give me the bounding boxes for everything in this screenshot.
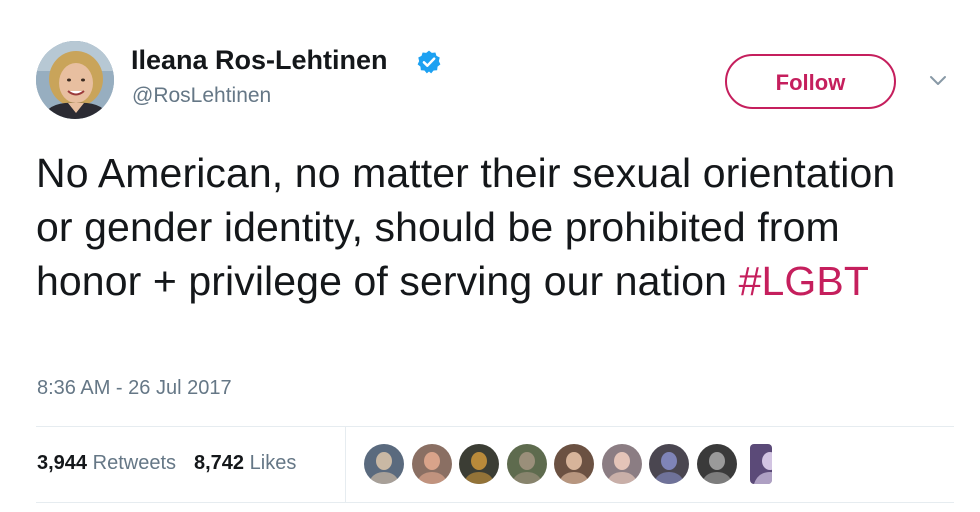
hashtag-link[interactable]: #LGBT: [739, 258, 869, 304]
liker-avatar-8[interactable]: [696, 444, 737, 484]
divider: [345, 427, 346, 502]
retweets-count: 3,944: [37, 452, 88, 474]
divider: [36, 502, 954, 503]
tweet-text: No American, no matter their sexual orie…: [36, 146, 936, 308]
liker-avatar-2[interactable]: [411, 444, 452, 484]
author-handle[interactable]: @RosLehtinen: [132, 84, 271, 108]
likes-count: 8,742: [194, 452, 245, 474]
divider: [36, 426, 954, 427]
tweet-timestamp[interactable]: 8:36 AM - 26 Jul 2017: [37, 377, 232, 400]
likes-label: Likes: [249, 452, 297, 474]
follow-button[interactable]: Follow: [725, 54, 896, 109]
tweet-stats: 3,944 Retweets 8,742 Likes: [37, 452, 296, 475]
profile-photo: [36, 41, 114, 119]
retweets-label: Retweets: [92, 452, 176, 474]
author-avatar[interactable]: [36, 41, 114, 119]
liker-avatar-5[interactable]: [554, 444, 594, 484]
likes-stat[interactable]: 8,742 Likes: [194, 452, 296, 474]
retweets-stat[interactable]: 3,944 Retweets: [37, 452, 176, 474]
liker-avatar-1[interactable]: [364, 444, 404, 484]
liker-avatar-6[interactable]: [601, 444, 642, 484]
liker-avatar-9[interactable]: [750, 444, 772, 484]
liker-avatar-3[interactable]: [459, 444, 499, 484]
liker-avatar-4[interactable]: [506, 444, 547, 484]
chevron-down-icon[interactable]: [926, 72, 950, 90]
liker-avatar-7[interactable]: [649, 444, 689, 484]
verified-badge-icon: [417, 50, 441, 74]
author-display-name[interactable]: Ileana Ros-Lehtinen: [131, 45, 388, 76]
